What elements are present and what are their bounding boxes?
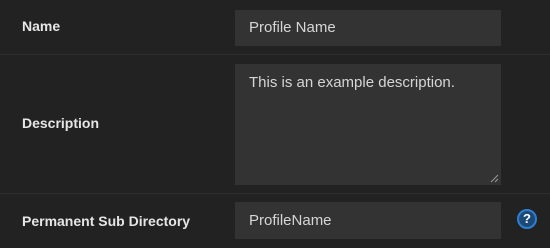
help-icon[interactable]: ? <box>517 209 537 229</box>
name-row: Name <box>0 0 550 55</box>
profile-settings-form: Name Description This is an example desc… <box>0 0 550 248</box>
name-input[interactable] <box>235 10 501 46</box>
description-row: Description This is an example descripti… <box>0 55 550 194</box>
sub-directory-input[interactable] <box>235 202 501 239</box>
description-label: Description <box>22 115 100 131</box>
sub-directory-label: Permanent Sub Directory <box>22 213 191 229</box>
description-textarea[interactable]: This is an example description. <box>235 64 501 185</box>
name-label: Name <box>22 18 61 34</box>
sub-directory-row: Permanent Sub Directory ? <box>0 194 550 248</box>
